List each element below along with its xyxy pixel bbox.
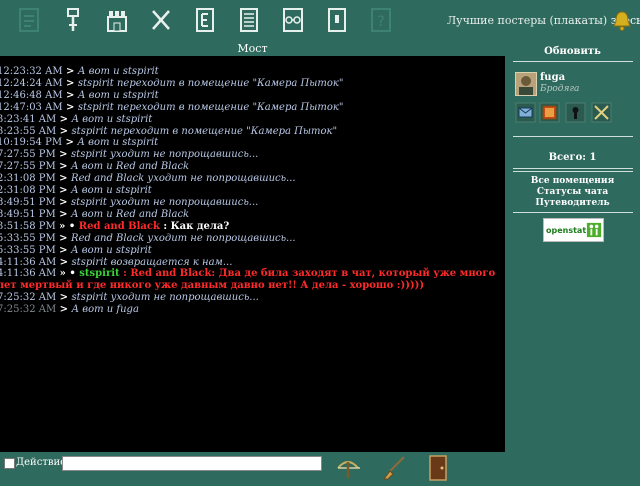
picture-icon[interactable] [539,102,560,123]
crossbow-icon[interactable] [334,454,362,482]
chat-line: 10:19:54 PM > А вот и stspirit [0,137,159,149]
sword-icon[interactable] [60,6,86,34]
crossed-swords-icon[interactable] [148,6,174,34]
chat-line: 2:31:08 PM > А вот и stspirit [0,185,152,197]
bell-icon[interactable] [612,10,632,32]
openstat-label: openstat [546,225,587,235]
chat-line: 5:33:55 PM > А вот и stspirit [0,244,152,256]
guide-link[interactable]: Путеводитель [505,198,640,208]
chat-message: 4:11:36 AM » • stspirit : Red and Black:… [0,268,496,292]
user-count: Всего: 1 [548,152,597,163]
divider [513,168,633,169]
message-list: 12:23:32 AM > А вот и stspirit 12:24:24 … [0,56,505,316]
action-checkbox[interactable] [4,458,15,469]
chat-line: 12:46:48 AM > А вот и stspirit [0,89,159,101]
nick-link[interactable]: stspirit [79,268,119,279]
refresh-button[interactable]: Обновить [505,46,640,57]
letter-e-icon[interactable] [192,6,218,34]
user-status: Бродяга [540,84,580,94]
side-panel: Обновить fuga Бродяга Всего: 1 Все помещ… [505,42,640,452]
notes-icon[interactable] [236,6,262,34]
promo-text: Лучшие постеры (плакаты) [447,14,608,27]
user-name[interactable]: fuga [540,72,565,83]
door-icon[interactable] [424,454,452,482]
people-icon [587,222,602,238]
glasses-icon[interactable] [280,6,306,34]
chat-line: 12:23:32 AM > А вот и stspirit [0,66,159,77]
chat-line: 12:24:24 AM > stspirit переходит в помещ… [0,77,344,89]
divider [513,212,633,213]
chat-line: 7:27:55 PM > А вот и Red and Black [0,161,190,173]
nick-link[interactable]: Red and Black [79,221,160,232]
help-icon[interactable]: ? [368,6,394,34]
divider [513,61,633,62]
chat-line: 3:23:41 AM > А вот и stspirit [0,113,153,125]
divider [513,171,633,172]
top-toolbar: ? Лучшие постеры (плакаты) здесь! [0,0,640,42]
info-icon[interactable] [16,6,42,34]
envelope-icon[interactable] [515,102,536,123]
castle-icon[interactable] [104,6,130,34]
chat-line: 3:23:55 AM > stspirit переходит в помеще… [0,125,338,137]
action-label: Действие [16,457,67,468]
message-input[interactable] [62,456,322,471]
chat-log[interactable]: 12:23:32 AM > А вот и stspirit 12:24:24 … [0,56,505,452]
keyhole-icon[interactable] [565,102,586,123]
chat-line: 12:47:03 AM > stspirit переходит в помещ… [0,101,344,113]
avatar[interactable] [515,72,537,96]
divider [513,136,633,137]
chat-line: 7:25:32 AM > А вот и fuga [0,304,139,316]
openstat-counter[interactable]: openstat [543,218,604,242]
chat-line: 5:33:55 PM > Red and Black уходит не поп… [0,232,296,244]
chat-line: 7:27:55 PM > stspirit уходит не попрощав… [0,149,259,161]
chat-statuses-link[interactable]: Статусы чата [505,187,640,197]
broom-icon[interactable] [380,454,408,482]
chat-line: 8:49:51 PM > stspirit уходит не попрощав… [0,196,259,208]
page-icon[interactable] [324,6,350,34]
chat-line: 2:31:08 PM > Red and Black уходит не поп… [0,173,296,185]
room-title: Мост [237,42,268,55]
chat-line: 4:11:36 AM > stspirit возвращается к нам… [0,256,233,268]
chat-line: 7:25:32 AM > stspirit уходит не попрощав… [0,292,259,304]
crossed-swords-icon[interactable] [591,102,612,123]
svg-text:?: ? [377,14,384,30]
chat-line: 8:49:51 PM > А вот и Red and Black [0,208,190,220]
all-rooms-link[interactable]: Все помещения [505,176,640,186]
chat-message: 3:51:58 PM » • Red and Black : Как дела? [0,220,230,232]
bottom-bar: Действие [0,452,640,486]
